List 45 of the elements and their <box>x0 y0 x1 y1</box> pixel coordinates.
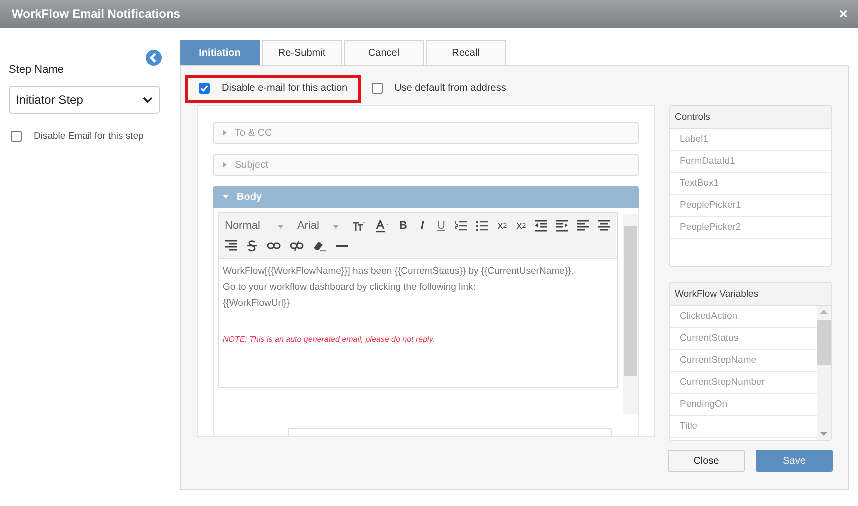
checkbox-label: Use default from address <box>394 83 506 94</box>
accordion-header[interactable]: Body <box>213 186 639 208</box>
caret-right-icon <box>223 130 227 136</box>
list-item[interactable]: Label1 <box>670 129 831 151</box>
checkbox-label: Disable e-mail for this action <box>222 83 348 94</box>
format-dropdown[interactable]: Arial <box>297 216 340 236</box>
scrollbar[interactable] <box>623 214 638 414</box>
caret-right-icon <box>223 162 227 168</box>
scroll-down-icon[interactable] <box>820 432 828 436</box>
save-button[interactable]: Save <box>756 450 833 472</box>
list-item[interactable]: FormDataId1 <box>670 151 831 173</box>
note-text: NOTE: This is an auto generated email, please do not reply. <box>223 334 436 346</box>
rich-text-editor[interactable] <box>218 212 618 388</box>
list-item[interactable]: TextBox1 <box>670 173 831 195</box>
body-text: Go to your workflow dashboard by clicking the following link: <box>223 281 477 295</box>
accordion-header[interactable]: To & CC <box>213 122 639 144</box>
body-text: {{WorkFlowUrl}} <box>223 297 291 311</box>
close-button[interactable]: × <box>839 6 848 22</box>
format-button[interactable]: U <box>436 216 446 236</box>
format-button[interactable]: x$^{2}$ <box>516 216 526 236</box>
step-dropdown[interactable]: Initiator Step <box>9 86 160 114</box>
checkbox-label: Disable Email for this step <box>34 131 144 142</box>
checkbox[interactable] <box>11 131 22 142</box>
caret-down-icon <box>223 195 229 199</box>
format-dropdown[interactable]: Normal <box>225 216 284 236</box>
accordion-header[interactable]: Subject <box>213 154 639 176</box>
checkbox[interactable] <box>199 83 210 94</box>
collapse-icon[interactable] <box>146 50 162 66</box>
format-button[interactable]: B <box>398 216 408 236</box>
tab[interactable]: Cancel <box>344 40 424 65</box>
tab[interactable]: Recall <box>426 40 506 65</box>
checkbox[interactable] <box>372 83 383 94</box>
tab[interactable]: Re-Submit <box>262 40 342 65</box>
list-item[interactable]: PeoplePicker1 <box>670 195 831 217</box>
tab[interactable]: Initiation <box>180 40 260 65</box>
field-label: Step Name <box>9 64 66 76</box>
chevron-down-icon <box>143 97 153 103</box>
list-item[interactable]: PeoplePicker2 <box>670 217 831 239</box>
panel-header: Controls <box>670 106 831 129</box>
window-title: WorkFlow Email Notifications <box>12 7 180 21</box>
body-text: WorkFlow[{{WorkFlowName}}] has been {{CurrentStatus}} by {{CurrentUserName}}. <box>223 265 575 279</box>
format-button[interactable]: I <box>417 216 428 236</box>
scrollbar[interactable] <box>817 306 831 440</box>
panel-header: WorkFlow Variables <box>670 283 831 306</box>
close-button[interactable]: Close <box>668 450 745 472</box>
